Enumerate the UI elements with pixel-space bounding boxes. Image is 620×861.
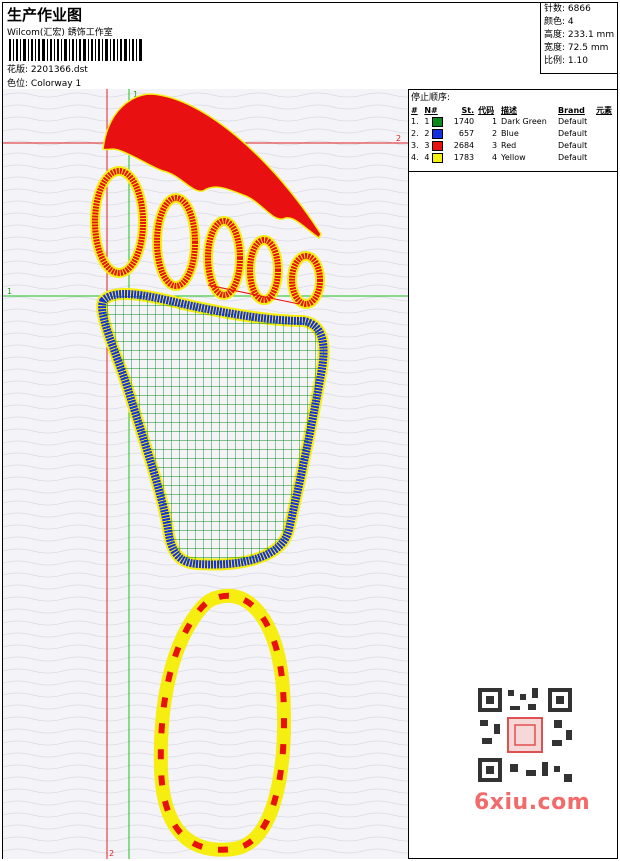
row-element: [594, 116, 617, 128]
needle-number: 3: [424, 141, 430, 150]
row-number: 3: [422, 140, 448, 152]
spec-label: 比例:: [544, 56, 566, 66]
colorway-line: 色位: Colorway 1: [7, 76, 81, 89]
spec-value: 1.10: [567, 56, 588, 66]
spec-stitches: 针数: 6866: [541, 3, 618, 16]
spec-value: 72.5 mm: [567, 43, 609, 53]
row-number: 2: [422, 128, 448, 140]
color-swatch: [431, 128, 443, 139]
row-number: 4: [422, 152, 448, 164]
colorway-label: 色位:: [7, 79, 29, 89]
stop-sequence-panel: 停止顺序: # N# St. 代码 描述 Brand 元素 1. 1 1740 …: [409, 89, 617, 172]
stop-sequence-table: # N# St. 代码 描述 Brand 元素 1. 1 1740 1 Dark…: [409, 104, 617, 164]
needle-number: 4: [424, 153, 430, 162]
design-file-label: 花版:: [7, 65, 29, 75]
spec-scale: 比例: 1.10: [541, 55, 618, 68]
color-swatch: [431, 116, 443, 127]
design-file-line: 花版: 2201366.dst: [7, 62, 88, 75]
table-row: 2. 2 657 2 Blue Default: [409, 128, 617, 140]
qr-code-icon: [470, 680, 580, 790]
table-header-row: # N# St. 代码 描述 Brand 元素: [409, 104, 617, 116]
spec-label: 颜色:: [544, 17, 566, 27]
col-header: 元素: [596, 105, 613, 115]
row-code: 3: [491, 141, 498, 150]
needle-number: 2: [424, 129, 430, 138]
row-element: [594, 140, 617, 152]
row-code: 1: [491, 117, 498, 126]
sheet-subtitle: Wilcom(汇宏) 銹饰工作室: [7, 28, 113, 38]
row-index: 3.: [411, 141, 419, 150]
design-canvas: 1 2 1 2: [3, 89, 409, 859]
row-index: 4.: [411, 153, 419, 162]
row-stitches: 1783: [453, 153, 475, 162]
guide-label: 2: [396, 134, 401, 143]
spec-value: 4: [567, 17, 574, 27]
row-number: 1: [422, 116, 448, 128]
col-header: Brand: [558, 105, 585, 115]
row-code: 2: [491, 129, 498, 138]
col-header: 代码: [478, 105, 495, 115]
row-element: [594, 128, 617, 140]
stop-sequence-title: 停止顺序:: [411, 93, 451, 103]
col-header: St.: [461, 105, 475, 115]
row-brand: Default: [558, 141, 588, 150]
row-brand: Default: [558, 129, 588, 138]
col-header: 描述: [501, 105, 518, 115]
spec-value: 233.1 mm: [567, 30, 615, 40]
row-code: 4: [491, 153, 498, 162]
spec-width: 宽度: 72.5 mm: [541, 42, 618, 55]
watermark-text: 6xiu.com: [474, 790, 591, 815]
spec-value: 6866: [567, 4, 591, 14]
row-stitches: 1740: [453, 117, 475, 126]
guide-label: 1: [7, 287, 12, 296]
row-index: 1.: [411, 117, 419, 126]
spec-label: 宽度:: [544, 43, 566, 53]
row-brand: Default: [558, 117, 588, 126]
needle-number: 1: [424, 117, 430, 126]
row-description: Yellow: [501, 153, 526, 162]
spec-label: 高度:: [544, 30, 566, 40]
guide-label: 2: [109, 849, 114, 858]
design-file-value: 2201366.dst: [30, 65, 88, 75]
embroidery-preview: 1 2 1 2: [3, 89, 408, 859]
col-header: N#: [424, 105, 438, 115]
row-description: Red: [501, 141, 517, 150]
row-description: Dark Green: [501, 117, 547, 126]
table-row: 1. 1 1740 1 Dark Green Default: [409, 116, 617, 128]
row-description: Blue: [501, 129, 519, 138]
row-element: [594, 152, 617, 164]
row-brand: Default: [558, 153, 588, 162]
specs-box: 针数: 6866 颜色: 4 高度: 233.1 mm 宽度: 72.5 mm …: [540, 3, 618, 74]
sheet-header: 生产作业图 Wilcom(汇宏) 銹饰工作室 花版: 2201366.dst 色…: [3, 3, 618, 90]
spec-label: 针数:: [544, 4, 566, 14]
row-stitches: 2684: [453, 141, 475, 150]
colorway-value: Colorway 1: [30, 79, 82, 89]
color-swatch: [431, 140, 443, 151]
spec-colors: 颜色: 4: [541, 16, 618, 29]
table-row: 3. 3 2684 3 Red Default: [409, 140, 617, 152]
barcode-icon: [9, 39, 142, 61]
table-row: 4. 4 1783 4 Yellow Default: [409, 152, 617, 164]
color-swatch: [431, 152, 443, 163]
col-header: #: [411, 105, 418, 115]
row-index: 2.: [411, 129, 419, 138]
spec-height: 高度: 233.1 mm: [541, 29, 618, 42]
row-stitches: 657: [458, 129, 475, 138]
sheet-title: 生产作业图: [7, 6, 83, 24]
